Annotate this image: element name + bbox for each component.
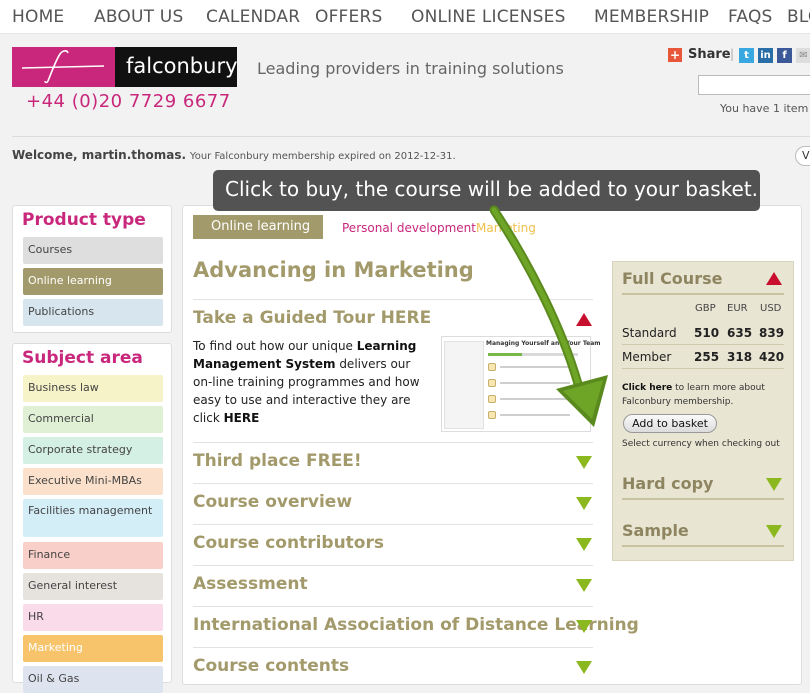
pointer-arrow-icon	[489, 205, 608, 427]
